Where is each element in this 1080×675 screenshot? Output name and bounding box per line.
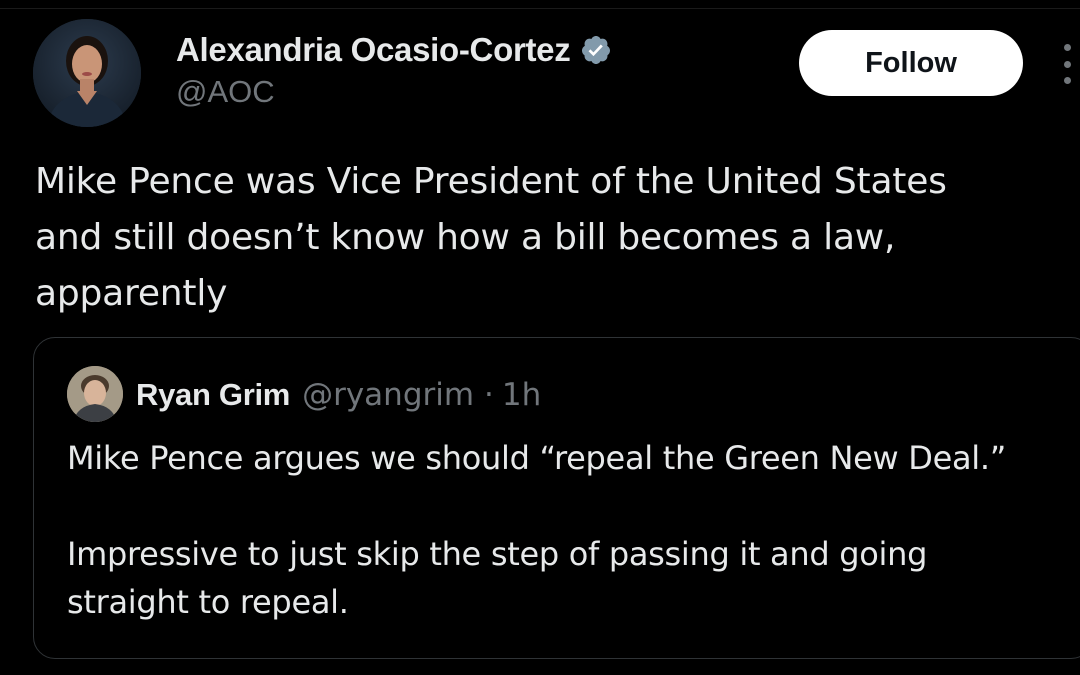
quote-author-avatar-image xyxy=(67,366,123,422)
quote-text: Mike Pence argues we should “repeal the … xyxy=(67,434,1067,626)
quote-text-line: straight to repeal. xyxy=(67,583,349,621)
tweet-text: Mike Pence was Vice President of the Uni… xyxy=(35,154,1075,322)
verified-badge-icon[interactable] xyxy=(580,34,612,66)
quote-timestamp[interactable]: 1h xyxy=(502,377,541,413)
more-dot xyxy=(1063,77,1071,84)
quote-author-handle[interactable]: @ryangrim xyxy=(302,377,474,413)
more-dot xyxy=(1063,44,1071,51)
top-divider xyxy=(0,8,1080,9)
quote-text-line: Mike Pence argues we should “repeal the … xyxy=(67,439,1007,477)
more-options-icon[interactable] xyxy=(1057,44,1077,84)
quote-text-line: Impressive to just skip the step of pass… xyxy=(67,535,928,573)
author-handle[interactable]: @AOC xyxy=(176,74,275,110)
author-avatar-image xyxy=(33,19,141,127)
quote-author-avatar[interactable] xyxy=(67,366,123,422)
tweet-text-line: Mike Pence was Vice President of the Uni… xyxy=(35,161,947,202)
more-dot xyxy=(1063,60,1071,68)
quote-header: Ryan Grim @ryangrim · 1h xyxy=(136,374,541,416)
quote-author-name[interactable]: Ryan Grim xyxy=(136,377,290,413)
follow-button[interactable]: Follow xyxy=(799,30,1023,96)
author-name-row: Alexandria Ocasio-Cortez xyxy=(176,30,612,70)
author-name[interactable]: Alexandria Ocasio-Cortez xyxy=(176,31,571,69)
author-avatar[interactable] xyxy=(33,19,141,127)
quote-separator: · xyxy=(484,377,494,413)
tweet-text-line: and still doesn’t know how a bill become… xyxy=(35,217,896,258)
tweet-text-line: apparently xyxy=(35,273,228,314)
